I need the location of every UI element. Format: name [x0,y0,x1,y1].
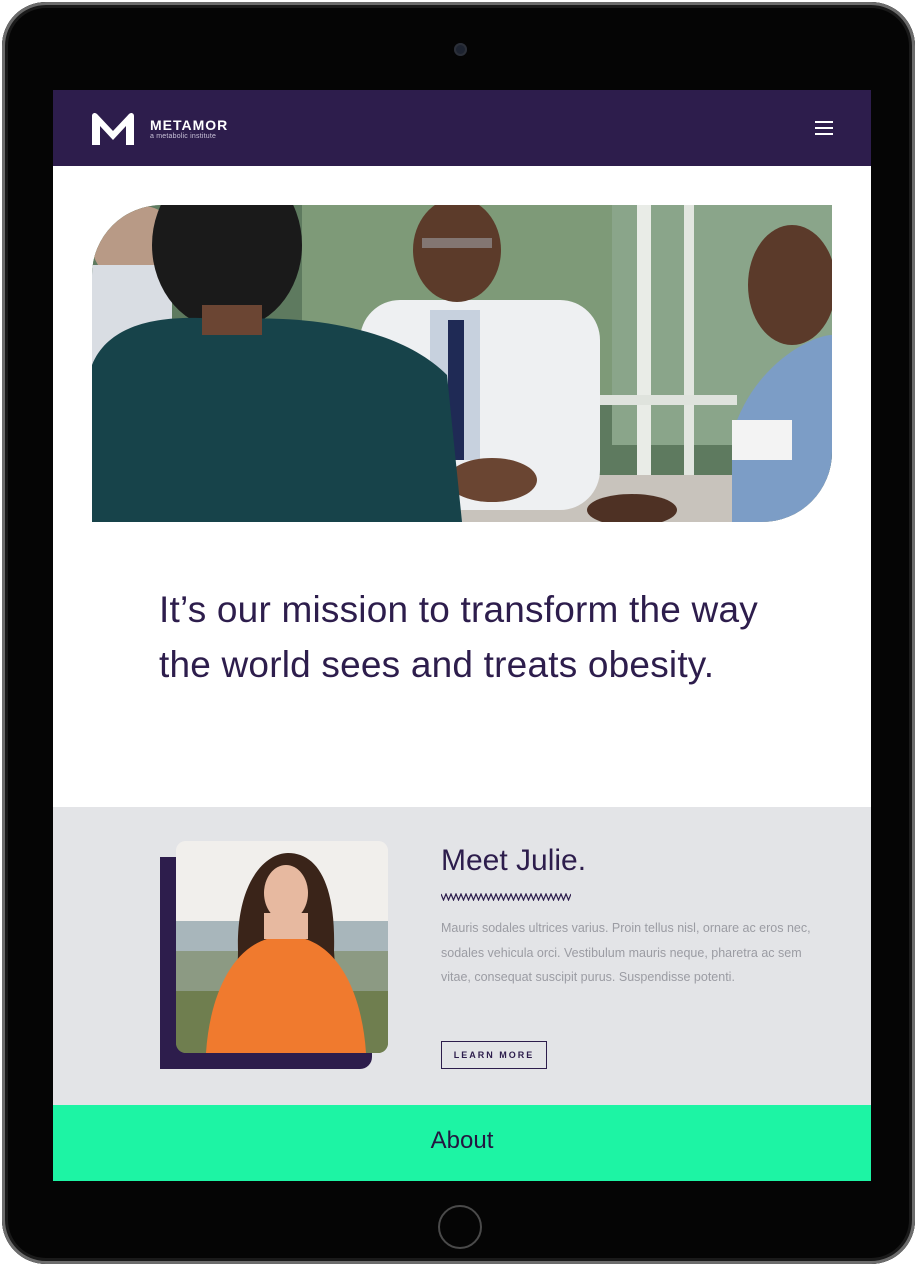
story-body-text: Mauris sodales ultrices varius. Proin te… [441,921,811,984]
learn-more-button[interactable]: LEARN MORE [441,1041,547,1069]
brand-name: METAMOR [150,117,229,133]
zigzag-divider-icon [441,893,571,901]
mission-statement: It’s our mission to transform the way th… [159,589,758,685]
about-nav-bar[interactable]: About [53,1105,871,1181]
woman-portrait-image [176,841,388,1053]
site-header: METAMOR a metabolic institute [53,90,871,166]
brand-tagline: a metabolic institute [150,133,217,140]
tablet-screen: METAMOR a metabolic institute It’s our m… [53,90,871,1181]
doctor-consultation-photo [92,205,832,522]
tablet-device-frame: METAMOR a metabolic institute It’s our m… [2,2,915,1264]
julie-portrait-photo [176,841,388,1053]
hero-image [92,205,832,522]
hamburger-menu-icon[interactable] [815,121,833,135]
home-button[interactable] [438,1205,482,1249]
front-camera [454,43,467,56]
about-label: About [430,1127,494,1154]
metamor-logo-icon[interactable] [89,112,137,146]
story-title: Meet Julie. [441,844,587,877]
